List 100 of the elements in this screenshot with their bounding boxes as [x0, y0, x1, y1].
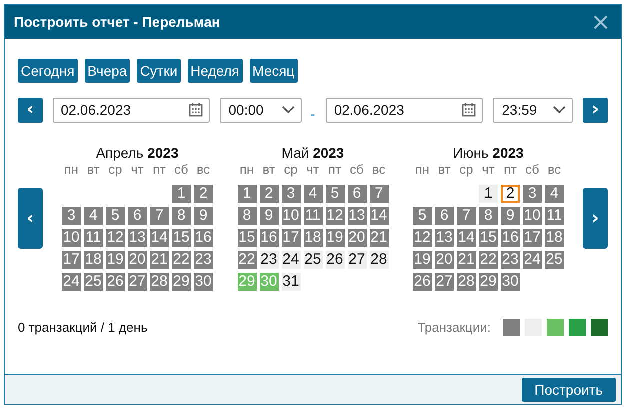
build-button[interactable]: Построить [522, 378, 616, 402]
day-cell[interactable]: 26 [106, 273, 125, 291]
day-cell[interactable]: 2 [194, 185, 213, 203]
day-cell[interactable]: 21 [370, 229, 388, 247]
period-button[interactable]: Сегодня [18, 59, 78, 83]
day-cell[interactable]: 16 [260, 229, 278, 247]
period-button[interactable]: Неделя [188, 59, 242, 83]
day-cell[interactable]: 15 [479, 229, 498, 247]
day-cell[interactable]: 3 [282, 185, 300, 203]
day-cell[interactable]: 7 [457, 207, 476, 225]
day-cell[interactable]: 5 [106, 207, 125, 225]
day-cell[interactable]: 23 [260, 251, 278, 269]
day-cell[interactable]: 4 [84, 207, 103, 225]
day-cell[interactable]: 21 [150, 251, 169, 269]
day-cell[interactable]: 5 [326, 185, 344, 203]
day-cell[interactable]: 7 [370, 185, 388, 203]
day-cell[interactable]: 1 [172, 185, 191, 203]
previous-button[interactable]: ‹ [18, 98, 43, 122]
day-cell[interactable]: 25 [545, 251, 564, 269]
day-cell[interactable]: 31 [282, 273, 300, 291]
day-cell[interactable]: 9 [501, 207, 520, 225]
day-cell[interactable]: 1 [479, 185, 498, 203]
day-cell[interactable]: 12 [106, 229, 125, 247]
day-cell[interactable]: 12 [413, 229, 432, 247]
day-cell[interactable]: 22 [479, 251, 498, 269]
day-cell[interactable]: 13 [435, 229, 454, 247]
day-cell[interactable]: 20 [348, 229, 366, 247]
day-cell[interactable]: 8 [238, 207, 256, 225]
day-cell[interactable]: 4 [545, 185, 564, 203]
day-cell[interactable]: 9 [194, 207, 213, 225]
day-cell[interactable]: 7 [150, 207, 169, 225]
day-cell[interactable]: 19 [106, 251, 125, 269]
day-cell[interactable]: 23 [501, 251, 520, 269]
day-cell[interactable]: 26 [413, 273, 432, 291]
previous-month-button[interactable]: ‹ [18, 188, 43, 248]
day-cell[interactable]: 14 [457, 229, 476, 247]
date-field[interactable]: 02.06.2023 [326, 98, 484, 122]
day-cell[interactable]: 10 [62, 229, 81, 247]
day-cell[interactable]: 24 [62, 273, 81, 291]
day-cell[interactable]: 30 [194, 273, 213, 291]
day-cell[interactable]: 27 [128, 273, 147, 291]
time-dropdown[interactable]: 23:59 [493, 98, 574, 122]
day-cell[interactable]: 10 [523, 207, 542, 225]
day-cell[interactable]: 15 [238, 229, 256, 247]
day-cell[interactable]: 1 [238, 185, 256, 203]
day-cell[interactable]: 8 [172, 207, 191, 225]
day-cell[interactable]: 24 [282, 251, 300, 269]
day-cell[interactable]: 17 [62, 251, 81, 269]
period-button[interactable]: Месяц [250, 59, 298, 83]
day-cell[interactable]: 24 [523, 251, 542, 269]
day-cell[interactable]: 23 [194, 251, 213, 269]
day-cell[interactable]: 3 [523, 185, 542, 203]
day-cell[interactable]: 10 [282, 207, 300, 225]
day-cell[interactable]: 18 [84, 251, 103, 269]
day-cell[interactable]: 28 [370, 251, 388, 269]
period-button[interactable]: Вчера [84, 59, 130, 83]
day-cell[interactable]: 15 [172, 229, 191, 247]
next-month-button[interactable]: › [583, 188, 608, 248]
day-cell[interactable]: 18 [304, 229, 322, 247]
day-cell[interactable]: 8 [479, 207, 498, 225]
day-cell[interactable]: 20 [128, 251, 147, 269]
close-button[interactable]: × [588, 12, 613, 32]
day-cell[interactable]: 27 [348, 251, 366, 269]
day-cell[interactable]: 11 [545, 207, 564, 225]
day-cell[interactable]: 3 [62, 207, 81, 225]
day-cell[interactable]: 13 [348, 207, 366, 225]
day-cell[interactable]: 18 [545, 229, 564, 247]
day-cell[interactable]: 19 [326, 229, 344, 247]
day-cell[interactable]: 14 [150, 229, 169, 247]
day-cell[interactable]: 16 [501, 229, 520, 247]
day-cell[interactable]: 17 [282, 229, 300, 247]
day-cell[interactable]: 14 [370, 207, 388, 225]
day-cell[interactable]: 28 [150, 273, 169, 291]
day-cell[interactable]: 2 [260, 185, 278, 203]
day-cell[interactable]: 29 [479, 273, 498, 291]
day-cell[interactable]: 25 [304, 251, 322, 269]
day-cell[interactable]: 5 [413, 207, 432, 225]
day-cell[interactable]: 11 [84, 229, 103, 247]
day-cell[interactable]: 28 [457, 273, 476, 291]
period-button[interactable]: Сутки [137, 59, 181, 83]
day-cell[interactable]: 29 [238, 273, 256, 291]
day-cell[interactable]: 25 [84, 273, 103, 291]
day-cell[interactable]: 9 [260, 207, 278, 225]
day-cell[interactable]: 12 [326, 207, 344, 225]
day-cell[interactable]: 20 [435, 251, 454, 269]
day-cell[interactable]: 30 [501, 273, 520, 291]
day-cell[interactable]: 22 [238, 251, 256, 269]
calendar-icon[interactable] [462, 103, 476, 117]
day-cell[interactable]: 6 [348, 185, 366, 203]
day-cell[interactable]: 27 [435, 273, 454, 291]
date-field[interactable]: 02.06.2023 [52, 98, 210, 122]
day-cell[interactable]: 21 [457, 251, 476, 269]
day-cell[interactable]: 16 [194, 229, 213, 247]
next-button[interactable]: › [583, 98, 608, 122]
day-cell[interactable]: 6 [128, 207, 147, 225]
day-cell[interactable]: 19 [413, 251, 432, 269]
day-cell[interactable]: 6 [435, 207, 454, 225]
day-cell[interactable]: 11 [304, 207, 322, 225]
day-cell[interactable]: 17 [523, 229, 542, 247]
day-cell[interactable]: 13 [128, 229, 147, 247]
